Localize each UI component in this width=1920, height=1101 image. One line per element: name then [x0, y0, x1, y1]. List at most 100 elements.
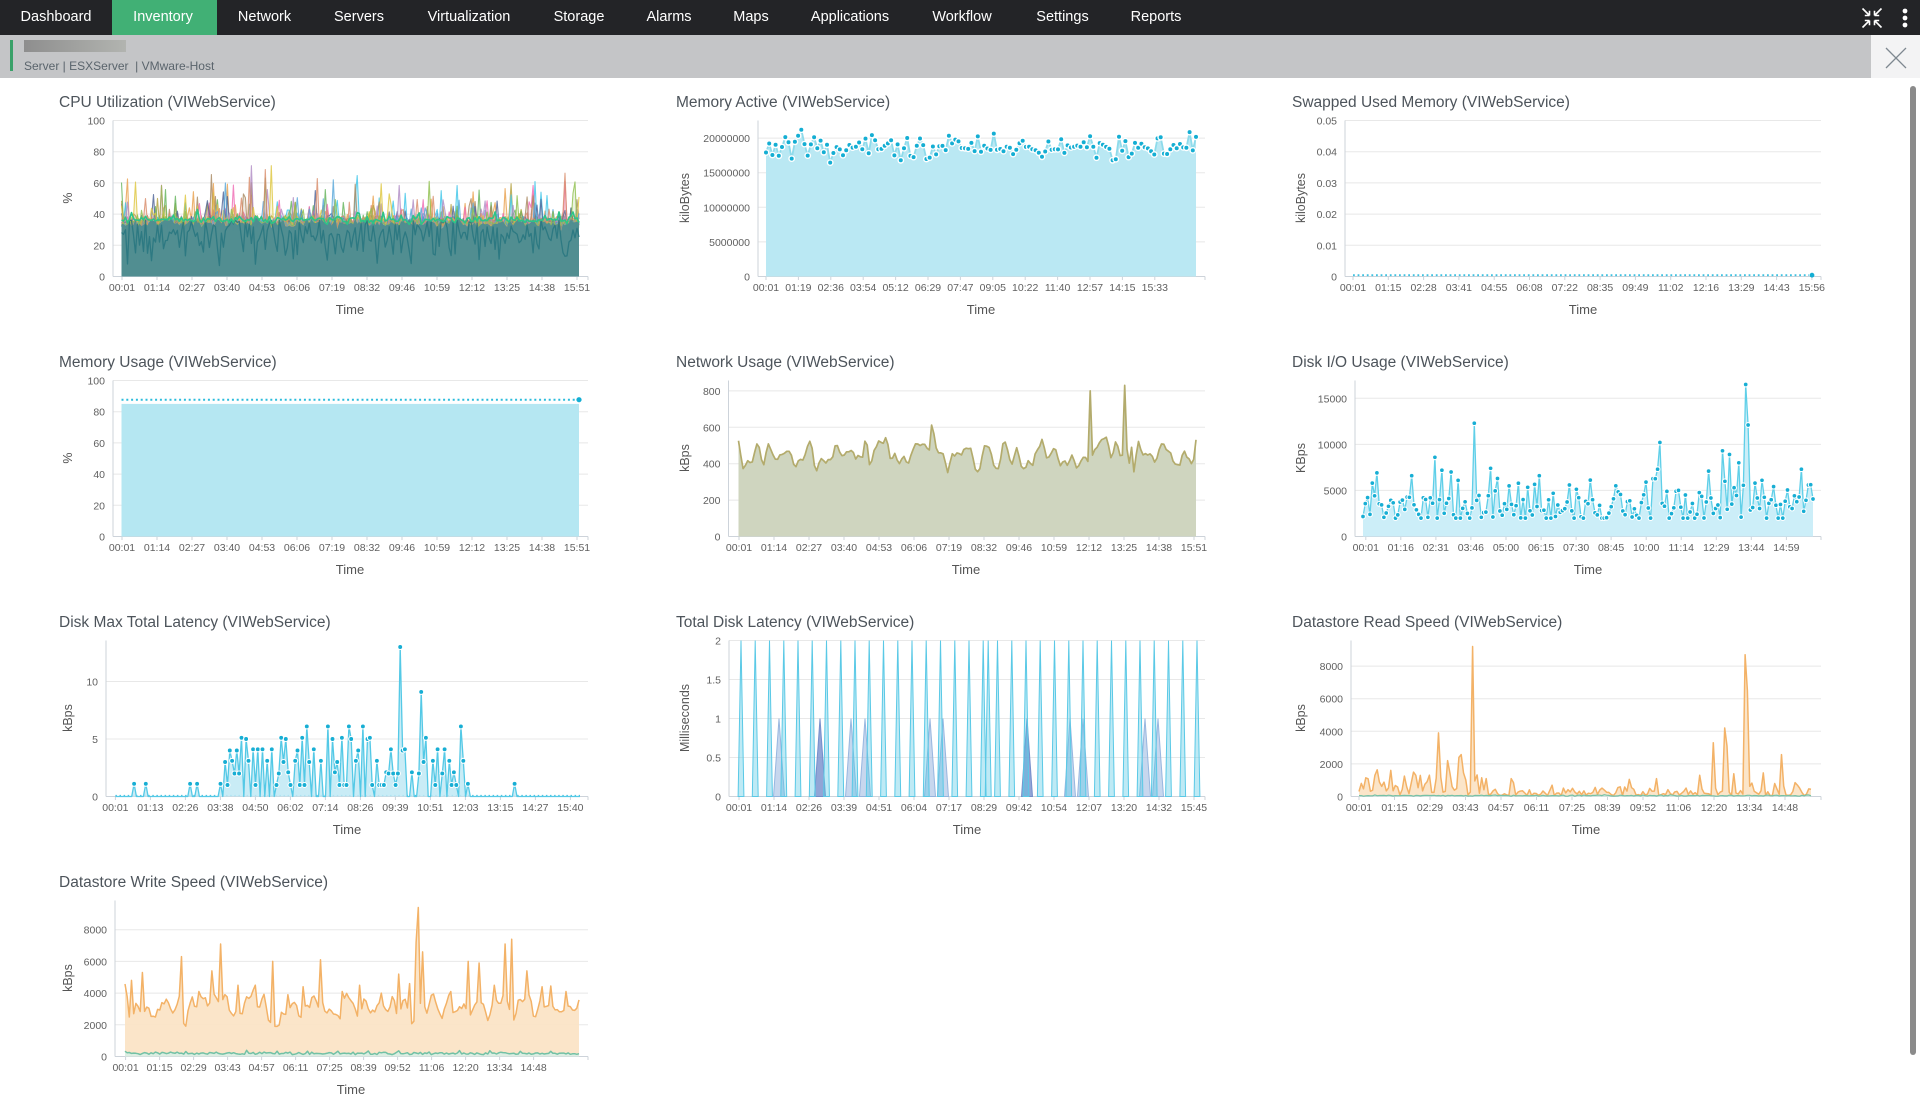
svg-text:00:01: 00:01	[726, 802, 752, 814]
svg-text:01:19: 01:19	[785, 282, 811, 294]
svg-text:06:04: 06:04	[901, 802, 927, 814]
svg-text:03:54: 03:54	[850, 282, 876, 294]
svg-text:12:03: 12:03	[452, 802, 478, 814]
svg-text:0: 0	[715, 792, 721, 804]
svg-text:12:07: 12:07	[1076, 802, 1102, 814]
svg-text:07:25: 07:25	[316, 1062, 342, 1074]
svg-text:1: 1	[715, 714, 721, 726]
svg-text:03:41: 03:41	[1446, 282, 1472, 294]
svg-text:02:27: 02:27	[796, 542, 822, 554]
svg-text:08:26: 08:26	[347, 802, 373, 814]
svg-text:800: 800	[703, 386, 721, 398]
svg-text:Datastore Write Speed (VIWebSe: Datastore Write Speed (VIWebService)	[59, 874, 328, 891]
svg-text:600: 600	[703, 422, 721, 434]
svg-text:06:11: 06:11	[283, 1062, 309, 1074]
svg-text:08:45: 08:45	[1598, 542, 1624, 554]
svg-text:06:06: 06:06	[284, 282, 310, 294]
svg-text:8000: 8000	[84, 925, 108, 937]
svg-text:04:55: 04:55	[1481, 282, 1507, 294]
svg-text:07:19: 07:19	[936, 542, 962, 554]
svg-text:14:38: 14:38	[1146, 542, 1172, 554]
svg-text:0: 0	[99, 272, 105, 284]
svg-text:02:31: 02:31	[1423, 542, 1449, 554]
svg-text:0: 0	[744, 272, 750, 284]
svg-text:CPU Utilization (VIWebService): CPU Utilization (VIWebService)	[59, 94, 276, 111]
svg-text:80: 80	[93, 147, 105, 159]
svg-text:40: 40	[93, 469, 105, 481]
svg-text:08:29: 08:29	[971, 802, 997, 814]
svg-text:12:20: 12:20	[1701, 802, 1727, 814]
svg-text:20: 20	[93, 240, 105, 252]
svg-text:12:12: 12:12	[459, 542, 485, 554]
svg-text:04:53: 04:53	[866, 542, 892, 554]
svg-text:0: 0	[1331, 272, 1337, 284]
svg-text:15:40: 15:40	[557, 802, 583, 814]
svg-text:00:01: 00:01	[112, 1062, 138, 1074]
svg-text:2000: 2000	[84, 1020, 108, 1032]
svg-text:07:47: 07:47	[947, 282, 973, 294]
svg-text:10: 10	[86, 677, 98, 689]
svg-text:5: 5	[92, 734, 98, 746]
svg-text:01:13: 01:13	[137, 802, 163, 814]
svg-text:02:28: 02:28	[1410, 282, 1436, 294]
svg-text:04:50: 04:50	[242, 802, 268, 814]
svg-text:11:40: 11:40	[1045, 282, 1071, 294]
svg-text:13:34: 13:34	[1736, 802, 1762, 814]
svg-text:00:01: 00:01	[726, 542, 752, 554]
svg-text:07:14: 07:14	[312, 802, 338, 814]
svg-text:Network Usage (VIWebService): Network Usage (VIWebService)	[676, 354, 895, 371]
svg-text:12:20: 12:20	[452, 1062, 478, 1074]
svg-text:kBps: kBps	[61, 964, 75, 992]
svg-text:15:51: 15:51	[564, 542, 590, 554]
svg-text:15:33: 15:33	[1142, 282, 1168, 294]
svg-text:13:25: 13:25	[1111, 542, 1137, 554]
svg-text:09:42: 09:42	[1006, 802, 1032, 814]
svg-text:06:29: 06:29	[915, 282, 941, 294]
svg-text:02:26: 02:26	[796, 802, 822, 814]
svg-text:00:01: 00:01	[1346, 802, 1372, 814]
svg-text:06:11: 06:11	[1524, 802, 1550, 814]
svg-text:0: 0	[101, 1052, 107, 1064]
svg-text:14:27: 14:27	[522, 802, 548, 814]
svg-text:04:51: 04:51	[866, 802, 892, 814]
svg-text:03:40: 03:40	[214, 282, 240, 294]
svg-text:01:15: 01:15	[1381, 802, 1407, 814]
svg-text:00:01: 00:01	[109, 282, 135, 294]
svg-text:08:32: 08:32	[354, 542, 380, 554]
svg-text:Time: Time	[953, 822, 981, 837]
svg-text:01:15: 01:15	[146, 1062, 172, 1074]
svg-text:11:06: 11:06	[1666, 802, 1692, 814]
svg-text:14:59: 14:59	[1773, 542, 1799, 554]
svg-text:07:17: 07:17	[936, 802, 962, 814]
svg-text:11:02: 11:02	[1658, 282, 1684, 294]
svg-text:12:29: 12:29	[1703, 542, 1729, 554]
svg-text:13:25: 13:25	[494, 282, 520, 294]
svg-text:Time: Time	[333, 822, 361, 837]
svg-text:00:01: 00:01	[1340, 282, 1366, 294]
svg-text:10:59: 10:59	[424, 542, 450, 554]
svg-text:13:25: 13:25	[494, 542, 520, 554]
svg-text:4000: 4000	[1320, 726, 1344, 738]
svg-text:07:19: 07:19	[319, 282, 345, 294]
svg-text:60: 60	[93, 438, 105, 450]
svg-text:Disk I/O Usage (VIWebService): Disk I/O Usage (VIWebService)	[1292, 354, 1509, 371]
svg-text:Memory Usage (VIWebService): Memory Usage (VIWebService)	[59, 354, 277, 371]
svg-text:100: 100	[87, 116, 105, 128]
svg-text:14:32: 14:32	[1146, 802, 1172, 814]
svg-text:11:14: 11:14	[1668, 542, 1694, 554]
svg-text:15:51: 15:51	[564, 282, 590, 294]
svg-text:0: 0	[1337, 792, 1343, 804]
svg-text:04:53: 04:53	[249, 282, 275, 294]
svg-text:10:59: 10:59	[1041, 542, 1067, 554]
svg-text:08:32: 08:32	[971, 542, 997, 554]
svg-text:Total Disk Latency (VIWebServi: Total Disk Latency (VIWebService)	[676, 614, 914, 631]
svg-text:15000: 15000	[1318, 393, 1347, 405]
svg-text:15000000: 15000000	[703, 168, 750, 180]
svg-text:03:46: 03:46	[1458, 542, 1484, 554]
svg-text:40: 40	[93, 209, 105, 221]
svg-text:Swapped Used Memory (VIWebServ: Swapped Used Memory (VIWebService)	[1292, 94, 1570, 111]
svg-text:14:38: 14:38	[529, 282, 555, 294]
svg-text:00:01: 00:01	[109, 542, 135, 554]
svg-text:15:45: 15:45	[1181, 802, 1207, 814]
svg-text:03:38: 03:38	[207, 802, 233, 814]
